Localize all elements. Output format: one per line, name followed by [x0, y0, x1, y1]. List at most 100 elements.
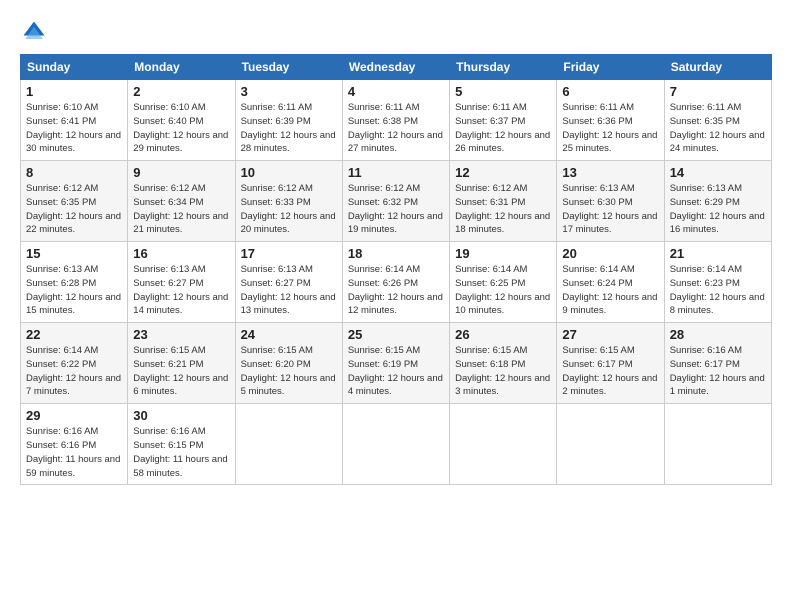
day-number: 7 — [670, 84, 766, 99]
day-number: 10 — [241, 165, 337, 180]
calendar-week-0: 1Sunrise: 6:10 AMSunset: 6:41 PMDaylight… — [21, 80, 772, 161]
calendar-cell: 10Sunrise: 6:12 AMSunset: 6:33 PMDayligh… — [235, 161, 342, 242]
day-number: 22 — [26, 327, 122, 342]
day-detail: Sunrise: 6:11 AMSunset: 6:39 PMDaylight:… — [241, 102, 336, 154]
day-number: 14 — [670, 165, 766, 180]
calendar-header — [20, 18, 772, 46]
day-detail: Sunrise: 6:11 AMSunset: 6:36 PMDaylight:… — [562, 102, 657, 154]
calendar-cell — [342, 404, 449, 485]
calendar-cell: 7Sunrise: 6:11 AMSunset: 6:35 PMDaylight… — [664, 80, 771, 161]
col-header-friday: Friday — [557, 55, 664, 80]
calendar-cell: 2 Sunrise: 6:10 AMSunset: 6:40 PMDaylight… — [128, 80, 235, 161]
calendar-cell: 29 Sunrise: 6:16 AMSunset: 6:16 PMDayligh… — [21, 404, 128, 485]
calendar-cell: 6 Sunrise: 6:11 AMSunset: 6:36 PMDaylight… — [557, 80, 664, 161]
calendar-cell: 16 Sunrise: 6:13 AMSunset: 6:27 PMDayligh… — [128, 242, 235, 323]
calendar-cell: 14 Sunrise: 6:13 AMSunset: 6:29 PMDayligh… — [664, 161, 771, 242]
calendar-week-1: 8 Sunrise: 6:12 AMSunset: 6:35 PMDaylight… — [21, 161, 772, 242]
day-detail: Sunrise: 6:14 AMSunset: 6:24 PMDaylight:… — [562, 264, 657, 316]
day-number: 5 — [455, 84, 551, 99]
day-number: 26 — [455, 327, 551, 342]
calendar-cell — [235, 404, 342, 485]
day-detail: Sunrise: 6:14 AMSunset: 6:22 PMDaylight:… — [26, 345, 121, 397]
day-detail: Sunrise: 6:10 AMSunset: 6:40 PMDaylight:… — [133, 102, 228, 154]
day-detail: Sunrise: 6:15 AMSunset: 6:19 PMDaylight:… — [348, 345, 443, 397]
day-detail: Sunrise: 6:13 AMSunset: 6:28 PMDaylight:… — [26, 264, 121, 316]
calendar-cell: 23 Sunrise: 6:15 AMSunset: 6:21 PMDayligh… — [128, 323, 235, 404]
calendar-cell: 21Sunrise: 6:14 AMSunset: 6:23 PMDayligh… — [664, 242, 771, 323]
day-number: 15 — [26, 246, 122, 261]
day-detail: Sunrise: 6:15 AMSunset: 6:18 PMDaylight:… — [455, 345, 550, 397]
day-detail: Sunrise: 6:12 AMSunset: 6:31 PMDaylight:… — [455, 183, 550, 235]
day-detail: Sunrise: 6:13 AMSunset: 6:27 PMDaylight:… — [241, 264, 336, 316]
day-detail: Sunrise: 6:15 AMSunset: 6:20 PMDaylight:… — [241, 345, 336, 397]
day-number: 27 — [562, 327, 658, 342]
calendar-cell: 28 Sunrise: 6:16 AMSunset: 6:17 PMDayligh… — [664, 323, 771, 404]
calendar-week-4: 29 Sunrise: 6:16 AMSunset: 6:16 PMDayligh… — [21, 404, 772, 485]
calendar-cell — [557, 404, 664, 485]
calendar-cell: 12 Sunrise: 6:12 AMSunset: 6:31 PMDayligh… — [450, 161, 557, 242]
col-header-wednesday: Wednesday — [342, 55, 449, 80]
header-row: SundayMondayTuesdayWednesdayThursdayFrid… — [21, 55, 772, 80]
calendar-cell — [664, 404, 771, 485]
calendar-cell: 8 Sunrise: 6:12 AMSunset: 6:35 PMDaylight… — [21, 161, 128, 242]
col-header-monday: Monday — [128, 55, 235, 80]
calendar-page: SundayMondayTuesdayWednesdayThursdayFrid… — [0, 0, 792, 612]
calendar-body: 1Sunrise: 6:10 AMSunset: 6:41 PMDaylight… — [21, 80, 772, 485]
day-number: 29 — [26, 408, 122, 423]
day-detail: Sunrise: 6:11 AMSunset: 6:38 PMDaylight:… — [348, 102, 443, 154]
day-detail: Sunrise: 6:13 AMSunset: 6:27 PMDaylight:… — [133, 264, 228, 316]
calendar-cell: 17 Sunrise: 6:13 AMSunset: 6:27 PMDayligh… — [235, 242, 342, 323]
calendar-thead: SundayMondayTuesdayWednesdayThursdayFrid… — [21, 55, 772, 80]
calendar-cell: 25 Sunrise: 6:15 AMSunset: 6:19 PMDayligh… — [342, 323, 449, 404]
day-number: 23 — [133, 327, 229, 342]
day-number: 12 — [455, 165, 551, 180]
col-header-tuesday: Tuesday — [235, 55, 342, 80]
col-header-sunday: Sunday — [21, 55, 128, 80]
day-detail: Sunrise: 6:14 AMSunset: 6:26 PMDaylight:… — [348, 264, 443, 316]
day-number: 16 — [133, 246, 229, 261]
day-number: 19 — [455, 246, 551, 261]
day-detail: Sunrise: 6:15 AMSunset: 6:21 PMDaylight:… — [133, 345, 228, 397]
day-number: 20 — [562, 246, 658, 261]
day-detail: Sunrise: 6:16 AMSunset: 6:17 PMDaylight:… — [670, 345, 765, 397]
day-detail: Sunrise: 6:16 AMSunset: 6:16 PMDaylight:… — [26, 426, 120, 478]
calendar-cell: 19 Sunrise: 6:14 AMSunset: 6:25 PMDayligh… — [450, 242, 557, 323]
day-number: 28 — [670, 327, 766, 342]
day-detail: Sunrise: 6:13 AMSunset: 6:29 PMDaylight:… — [670, 183, 765, 235]
day-number: 24 — [241, 327, 337, 342]
calendar-cell: 3Sunrise: 6:11 AMSunset: 6:39 PMDaylight… — [235, 80, 342, 161]
day-number: 4 — [348, 84, 444, 99]
logo — [20, 18, 52, 46]
calendar-cell: 22 Sunrise: 6:14 AMSunset: 6:22 PMDayligh… — [21, 323, 128, 404]
calendar-cell: 4 Sunrise: 6:11 AMSunset: 6:38 PMDaylight… — [342, 80, 449, 161]
day-detail: Sunrise: 6:12 AMSunset: 6:35 PMDaylight:… — [26, 183, 121, 235]
day-number: 30 — [133, 408, 229, 423]
calendar-cell: 15 Sunrise: 6:13 AMSunset: 6:28 PMDayligh… — [21, 242, 128, 323]
day-detail: Sunrise: 6:12 AMSunset: 6:32 PMDaylight:… — [348, 183, 443, 235]
calendar-week-2: 15 Sunrise: 6:13 AMSunset: 6:28 PMDayligh… — [21, 242, 772, 323]
day-detail: Sunrise: 6:14 AMSunset: 6:25 PMDaylight:… — [455, 264, 550, 316]
day-number: 8 — [26, 165, 122, 180]
calendar-cell: 11 Sunrise: 6:12 AMSunset: 6:32 PMDayligh… — [342, 161, 449, 242]
calendar-week-3: 22 Sunrise: 6:14 AMSunset: 6:22 PMDayligh… — [21, 323, 772, 404]
day-number: 18 — [348, 246, 444, 261]
calendar-cell: 5Sunrise: 6:11 AMSunset: 6:37 PMDaylight… — [450, 80, 557, 161]
day-detail: Sunrise: 6:15 AMSunset: 6:17 PMDaylight:… — [562, 345, 657, 397]
calendar-table: SundayMondayTuesdayWednesdayThursdayFrid… — [20, 54, 772, 485]
calendar-cell: 1Sunrise: 6:10 AMSunset: 6:41 PMDaylight… — [21, 80, 128, 161]
day-number: 11 — [348, 165, 444, 180]
day-detail: Sunrise: 6:12 AMSunset: 6:34 PMDaylight:… — [133, 183, 228, 235]
col-header-thursday: Thursday — [450, 55, 557, 80]
day-number: 25 — [348, 327, 444, 342]
day-number: 6 — [562, 84, 658, 99]
day-number: 13 — [562, 165, 658, 180]
day-number: 2 — [133, 84, 229, 99]
logo-icon — [20, 18, 48, 46]
day-number: 17 — [241, 246, 337, 261]
calendar-cell: 30Sunrise: 6:16 AMSunset: 6:15 PMDayligh… — [128, 404, 235, 485]
day-number: 1 — [26, 84, 122, 99]
calendar-cell: 27 Sunrise: 6:15 AMSunset: 6:17 PMDayligh… — [557, 323, 664, 404]
calendar-cell — [450, 404, 557, 485]
day-detail: Sunrise: 6:13 AMSunset: 6:30 PMDaylight:… — [562, 183, 657, 235]
day-detail: Sunrise: 6:14 AMSunset: 6:23 PMDaylight:… — [670, 264, 765, 316]
